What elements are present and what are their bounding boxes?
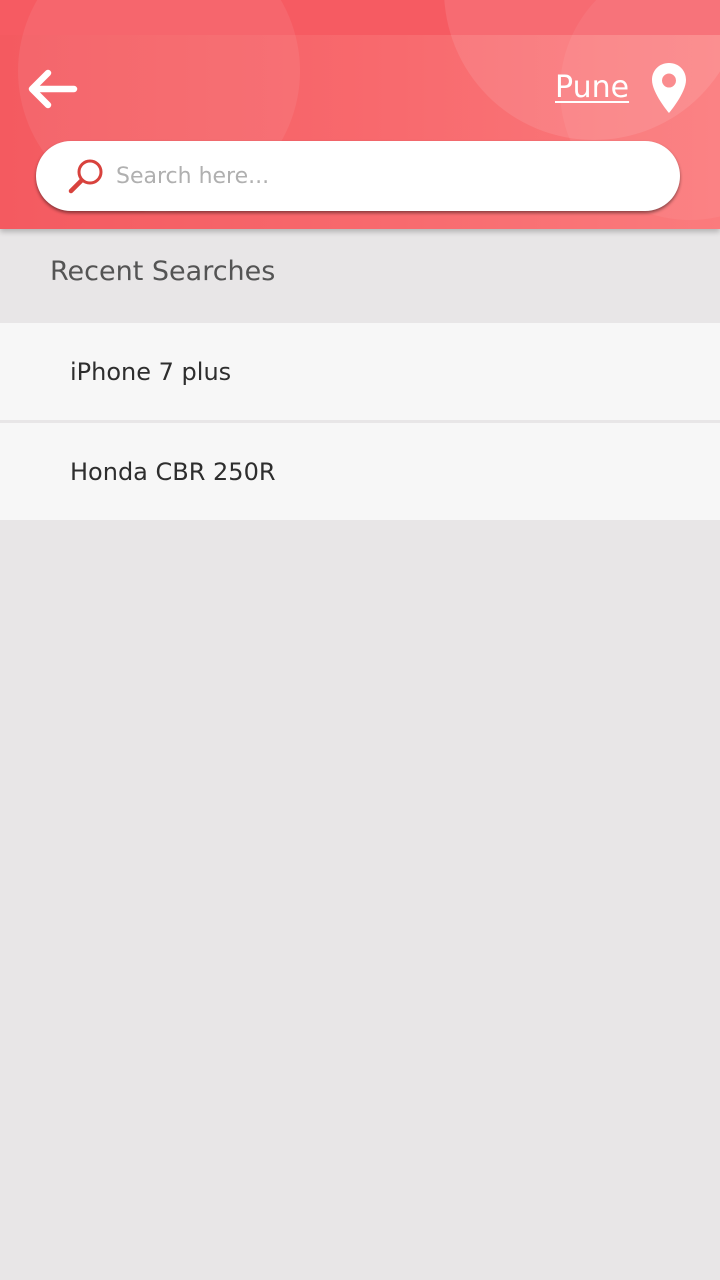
recent-searches-heading: Recent Searches (50, 256, 276, 287)
list-item[interactable]: iPhone 7 plus (0, 323, 720, 420)
recent-searches-list: iPhone 7 plus Honda CBR 250R (0, 323, 720, 520)
list-item-label: Honda CBR 250R (70, 457, 276, 486)
app-header: Pune (0, 0, 720, 229)
search-icon (68, 159, 103, 194)
location-button[interactable] (651, 62, 687, 114)
map-pin-icon (652, 63, 686, 113)
list-item[interactable]: Honda CBR 250R (0, 423, 720, 520)
search-input[interactable] (116, 153, 656, 199)
back-button[interactable] (24, 66, 80, 112)
list-item-label: iPhone 7 plus (70, 357, 232, 386)
search-bar[interactable] (36, 141, 680, 211)
arrow-left-icon (28, 69, 78, 109)
city-selector[interactable]: Pune (555, 70, 629, 105)
